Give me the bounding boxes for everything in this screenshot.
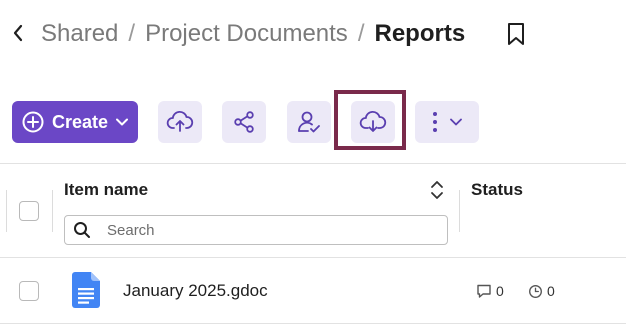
column-divider — [459, 190, 460, 232]
row-checkbox[interactable] — [19, 281, 39, 301]
chevron-left-icon — [13, 24, 23, 42]
page-title: Reports — [374, 20, 466, 47]
create-button[interactable]: Create — [12, 101, 138, 143]
assign-user-button[interactable] — [287, 101, 331, 143]
bookmark-button[interactable] — [503, 20, 529, 48]
more-actions-button[interactable] — [415, 101, 479, 143]
sort-button[interactable] — [430, 180, 444, 205]
column-header-item-name[interactable]: Item name — [64, 180, 148, 200]
breadcrumb: Shared / Project Documents / Reports — [41, 16, 465, 52]
breadcrumb-item-project-documents[interactable]: Project Documents — [145, 20, 348, 48]
chevron-down-icon — [116, 118, 129, 126]
column-header-status[interactable]: Status — [471, 180, 523, 200]
table-top-border — [0, 163, 626, 164]
back-button[interactable] — [10, 22, 26, 44]
comment-icon — [477, 284, 491, 298]
download-button[interactable] — [351, 101, 395, 143]
share-icon — [234, 111, 254, 133]
plus-circle-icon — [22, 111, 44, 133]
create-button-label: Create — [52, 111, 109, 132]
more-vertical-icon — [433, 112, 437, 132]
column-divider — [52, 190, 53, 232]
search-field[interactable] — [64, 215, 448, 245]
assign-user-icon — [298, 111, 320, 133]
upload-button[interactable] — [158, 101, 202, 143]
sort-icon — [431, 181, 443, 199]
file-name[interactable]: January 2025.gdoc — [123, 281, 268, 301]
breadcrumb-item-shared[interactable]: Shared — [41, 20, 118, 48]
download-cloud-icon — [359, 110, 387, 132]
version-count[interactable]: 0 — [528, 283, 555, 299]
breadcrumb-separator: / — [357, 20, 365, 47]
row-bottom-border — [0, 323, 626, 324]
version-count-value: 0 — [547, 283, 555, 299]
table-row[interactable]: January 2025.gdoc 0 0 — [0, 258, 626, 324]
upload-cloud-icon — [166, 110, 194, 132]
chevron-down-icon — [450, 118, 462, 126]
share-button[interactable] — [222, 101, 266, 143]
breadcrumb-separator: / — [128, 20, 136, 47]
column-divider — [6, 190, 7, 232]
search-input[interactable] — [105, 220, 429, 240]
gdoc-icon — [72, 272, 100, 313]
select-all-checkbox[interactable] — [19, 201, 39, 221]
comment-count[interactable]: 0 — [476, 283, 504, 299]
comment-count-value: 0 — [496, 283, 504, 299]
bookmark-icon — [508, 23, 524, 45]
clock-icon — [529, 284, 542, 298]
search-icon — [74, 222, 90, 238]
